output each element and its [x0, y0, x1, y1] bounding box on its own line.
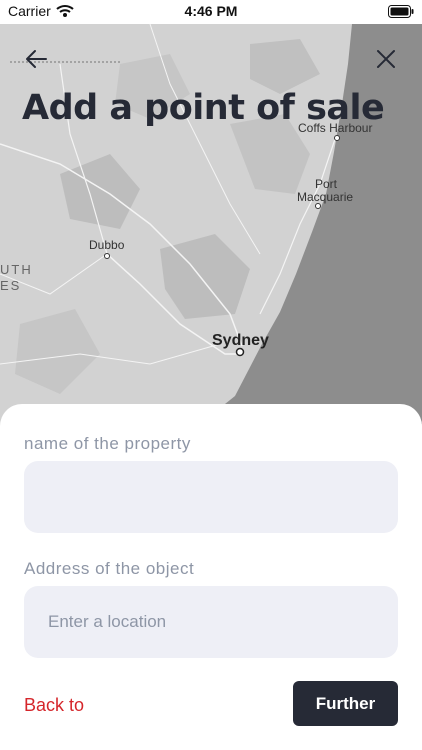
bottom-sheet: name of the property Address of the obje…	[0, 404, 422, 750]
back-link[interactable]: Back to	[24, 695, 84, 716]
arrow-left-icon	[26, 50, 47, 68]
back-arrow-button[interactable]	[24, 46, 50, 72]
map-label-port: Port	[315, 177, 338, 191]
address-input[interactable]	[24, 586, 398, 658]
page-title: Add a point of sale	[22, 88, 385, 128]
map-label-macquarie: Macquarie	[297, 190, 354, 204]
close-button[interactable]	[373, 46, 399, 72]
property-name-input[interactable]	[24, 461, 398, 533]
clock: 4:46 PM	[184, 3, 238, 19]
map-view[interactable]: Coffs Harbour Port Macquarie Dubbo Sydne…	[0, 23, 422, 424]
battery-icon	[388, 5, 414, 23]
address-label: Address of the object	[24, 559, 195, 578]
map-label-region-line2: ES	[0, 278, 22, 293]
status-bar: Carrier 4:46 PM	[0, 0, 422, 24]
map-label-dubbo: Dubbo	[89, 238, 125, 252]
map-label-region-line1: UTH	[0, 262, 33, 277]
map-canvas	[0, 23, 422, 424]
map-label-sydney: Sydney	[212, 332, 269, 349]
property-name-label: name of the property	[24, 434, 191, 453]
further-button[interactable]: Further	[293, 681, 398, 726]
close-icon	[377, 50, 395, 68]
